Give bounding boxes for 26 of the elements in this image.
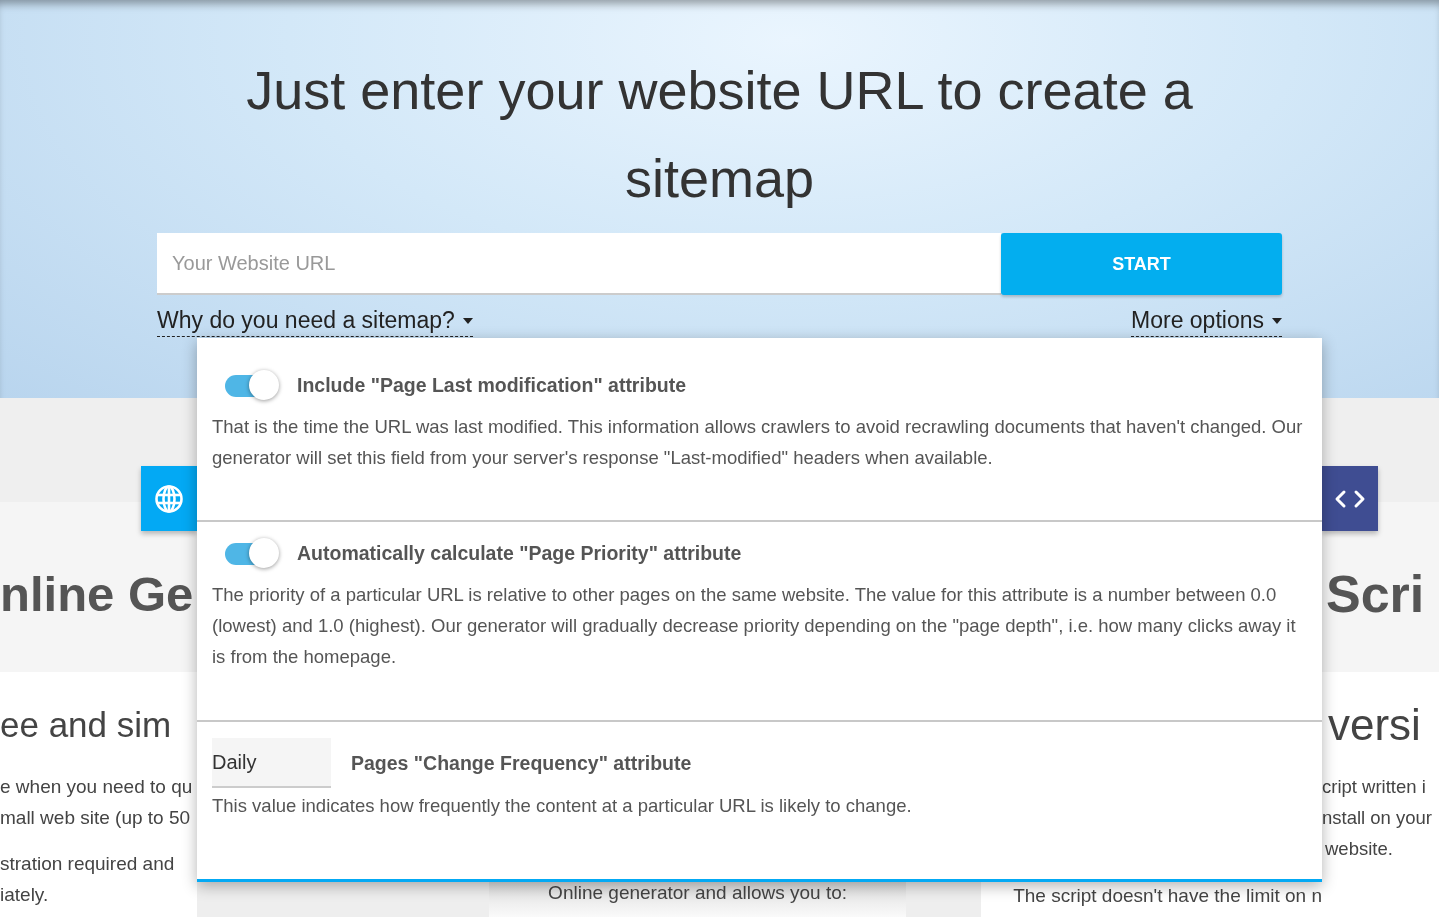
code-icon — [1334, 488, 1366, 509]
card-text: stration required and — [0, 852, 176, 876]
card-text: website. — [1324, 837, 1394, 861]
hero-title: Just enter your website URL to create a sitemap — [245, 59, 1194, 210]
card-heading: Scri — [1326, 564, 1425, 624]
option-description: This value indicates how frequently the content at a particular URL is likely to change. — [212, 794, 913, 818]
dropdown-link[interactable]: More options — [1131, 307, 1282, 337]
card-heading: nline Ge — [0, 566, 194, 622]
card-subheading: versi — [1328, 699, 1422, 751]
globe-icon — [154, 483, 184, 514]
frequency-select[interactable]: Daily — [212, 738, 331, 788]
card-subheading: ee and sim — [0, 704, 173, 746]
card-text: The script doesn't have the limit on n — [981, 880, 1322, 917]
card-text: mall web site (up to 50 — [0, 806, 192, 830]
option-title: Include "Page Last modification" attribute — [297, 374, 687, 397]
option-title: Pages "Change Frequency" attribute — [351, 751, 692, 775]
card-text: e when you need to qu — [0, 775, 194, 799]
option-description: The priority of a particular URL is relative to other pages on the same website. The value for this attribute is a number between 0.0 (lowest) and 1.0 (highest). Our generator will gradually decrease priority depending on the "page depth", i.e. how many clicks away it is from the homepage. — [212, 583, 1297, 669]
card-text: cript written i — [1322, 775, 1427, 799]
url-field[interactable]: Your Website URL — [157, 233, 1001, 295]
card-text: nstall on your — [1322, 806, 1434, 830]
dropdown-link[interactable]: Why do you need a sitemap? — [157, 307, 473, 337]
option-title: Automatically calculate "Page Priority" attribute — [297, 542, 742, 565]
card-text: iately. — [0, 883, 50, 907]
card-text: Online generator and allows you to: — [548, 881, 848, 905]
option-description: That is the time the URL was last modified. This information allows crawlers to avoid recrawling documents that haven't changed. Our generator will set this field from your server's response "Last-modified" headers when available. — [212, 415, 1304, 470]
